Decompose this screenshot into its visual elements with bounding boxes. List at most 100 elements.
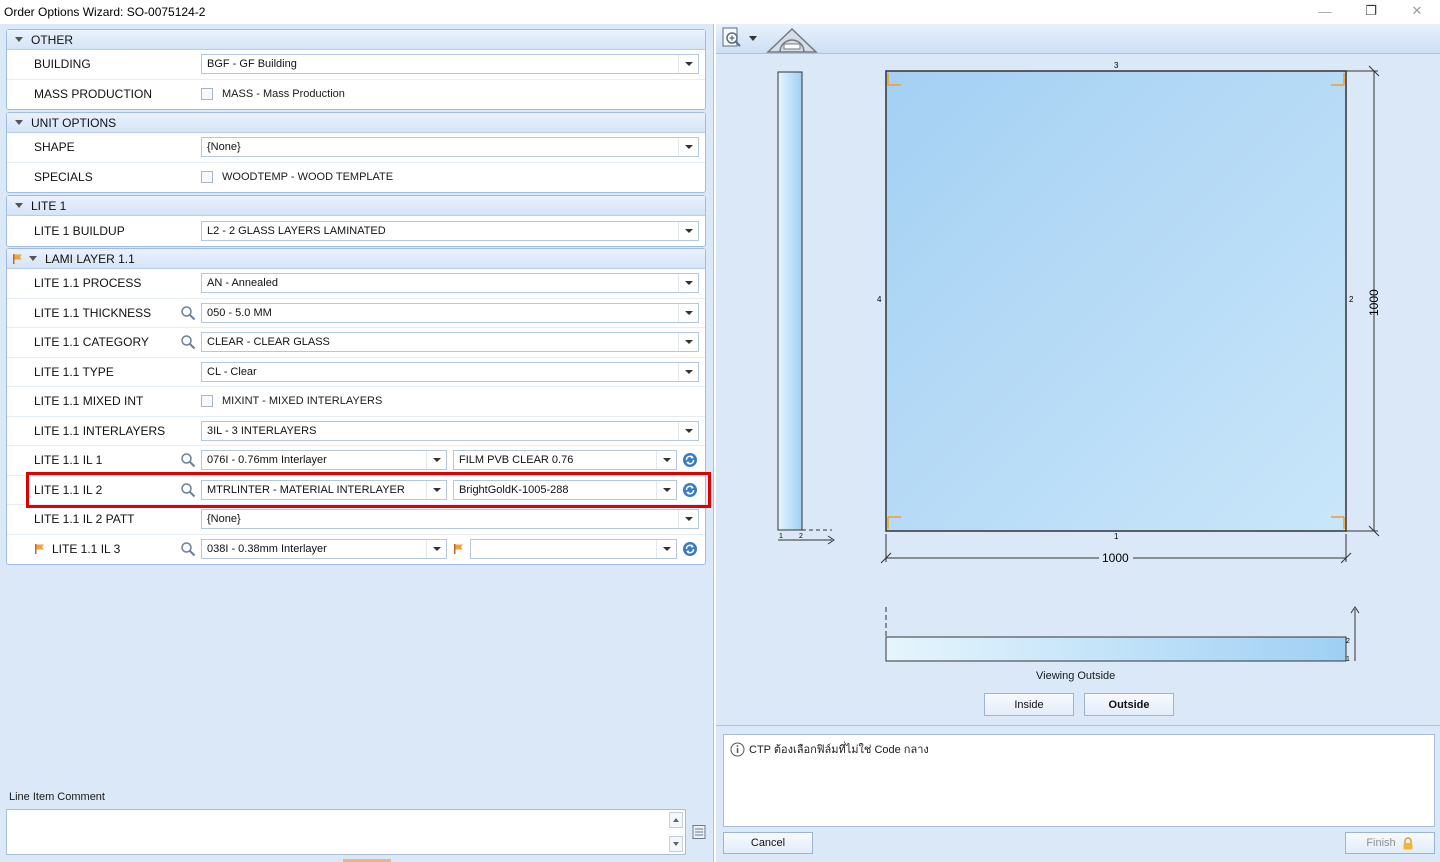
refresh-icon[interactable]: [682, 482, 698, 498]
checkbox-box[interactable]: [201, 395, 213, 408]
collapse-caret-icon[interactable]: [15, 120, 23, 125]
lite-1-buildup-select[interactable]: L2 - 2 GLASS LAYERS LAMINATED: [201, 220, 699, 241]
window-controls: — ❐ ✕: [1302, 0, 1440, 24]
search-icon[interactable]: [180, 452, 196, 468]
restore-button[interactable]: ❐: [1348, 0, 1394, 22]
option-row-il-2-patt: LITE 1.1 IL 2 PATT {None}: [7, 505, 705, 535]
select-value: FILM PVB CLEAR 0.76: [459, 454, 574, 467]
dropdown-arrow-icon[interactable]: [678, 510, 698, 529]
select-value: 038I - 0.38mm Interlayer: [207, 543, 327, 556]
group-other-header[interactable]: OTHER: [7, 30, 705, 50]
dropdown-arrow-icon[interactable]: [678, 303, 698, 322]
group-title: OTHER: [31, 32, 73, 47]
option-row-il-2: LITE 1.1 IL 2 MTRLINTER - MATERIAL INTER…: [7, 476, 705, 505]
dropdown-arrow-icon[interactable]: [678, 333, 698, 352]
message-box: CTP ต้องเลือกฟิล์มที่ไม่ใช่ Code กลาง: [723, 734, 1435, 827]
process-select[interactable]: AN - Annealed: [201, 273, 699, 294]
info-icon: [730, 742, 745, 756]
dropdown-arrow-icon[interactable]: [678, 138, 698, 157]
shape-select[interactable]: {None}: [201, 137, 699, 158]
divider: [716, 725, 1440, 726]
il-1-select[interactable]: 076I - 0.76mm Interlayer: [201, 450, 447, 471]
zoom-icon[interactable]: [722, 27, 744, 49]
search-icon[interactable]: [180, 334, 196, 350]
dropdown-arrow-icon[interactable]: [678, 362, 698, 381]
option-label: LITE 1 BUILDUP: [34, 223, 125, 238]
scroll-up-button[interactable]: [669, 812, 683, 828]
il-2-material-select[interactable]: BrightGoldK-1005-288: [453, 479, 677, 500]
group-other: OTHER BUILDING BGF - GF Building MASS PR…: [6, 29, 706, 110]
flag-icon: [35, 544, 44, 555]
checkbox-box[interactable]: [201, 171, 213, 184]
option-label: LITE 1.1 THICKNESS: [34, 305, 152, 320]
category-select[interactable]: CLEAR - CLEAR GLASS: [201, 332, 699, 353]
search-icon[interactable]: [180, 305, 196, 321]
finish-label: Finish: [1366, 837, 1396, 849]
dropdown-arrow-icon[interactable]: [656, 540, 676, 559]
minimize-button[interactable]: —: [1302, 0, 1348, 22]
il-3-select[interactable]: 038I - 0.38mm Interlayer: [201, 539, 447, 560]
spellcheck-icon[interactable]: [691, 824, 707, 840]
checkbox-label: WOODTEMP - WOOD TEMPLATE: [222, 171, 394, 184]
il-3-material-select[interactable]: [470, 539, 677, 560]
il-2-select[interactable]: MTRLINTER - MATERIAL INTERLAYER: [201, 479, 447, 500]
mixed-int-checkbox[interactable]: MIXINT - MIXED INTERLAYERS: [201, 395, 382, 408]
shape-view-icon[interactable]: [766, 26, 818, 53]
dropdown-arrow-icon[interactable]: [678, 221, 698, 240]
scroll-down-button[interactable]: [669, 836, 683, 852]
dropdown-arrow-icon[interactable]: [656, 451, 676, 470]
dropdown-arrow-icon[interactable]: [678, 55, 698, 74]
il-2-patt-select[interactable]: {None}: [201, 509, 699, 530]
option-row-category: LITE 1.1 CATEGORY CLEAR - CLEAR GLASS: [7, 328, 705, 358]
option-row-process: LITE 1.1 PROCESS AN - Annealed: [7, 269, 705, 299]
checkbox-box[interactable]: [201, 88, 213, 101]
dropdown-arrow-icon[interactable]: [426, 480, 446, 499]
options-pane: OTHER BUILDING BGF - GF Building MASS PR…: [0, 24, 714, 862]
close-button[interactable]: ✕: [1394, 0, 1440, 22]
building-select[interactable]: BGF - GF Building: [201, 54, 699, 75]
group-title: LAMI LAYER 1.1: [45, 251, 135, 266]
cancel-button[interactable]: Cancel: [723, 832, 813, 854]
group-lite-1: LITE 1 LITE 1 BUILDUP L2 - 2 GLASS LAYER…: [6, 195, 706, 247]
refresh-icon[interactable]: [682, 452, 698, 468]
select-value: MTRLINTER - MATERIAL INTERLAYER: [207, 483, 405, 496]
search-icon[interactable]: [180, 482, 196, 498]
mass-production-checkbox[interactable]: MASS - Mass Production: [201, 88, 345, 101]
option-label: LITE 1.1 MIXED INT: [34, 394, 144, 409]
select-value: BGF - GF Building: [207, 58, 297, 71]
option-row-mixed-int: LITE 1.1 MIXED INT MIXINT - MIXED INTERL…: [7, 387, 705, 417]
search-icon[interactable]: [180, 541, 196, 557]
group-title: UNIT OPTIONS: [31, 115, 117, 130]
collapse-caret-icon[interactable]: [29, 256, 37, 261]
option-label: LITE 1.1 IL 1: [34, 453, 103, 468]
finish-button[interactable]: Finish: [1345, 832, 1435, 854]
comment-input[interactable]: [6, 809, 686, 855]
group-lite-1-header[interactable]: LITE 1: [7, 196, 705, 216]
group-lami-layer-header[interactable]: LAMI LAYER 1.1: [7, 249, 705, 269]
collapse-caret-icon[interactable]: [15, 37, 23, 42]
edge-bottom-label: 1: [1114, 532, 1119, 541]
zoom-dropdown-icon[interactable]: [749, 36, 757, 42]
option-label: LITE 1.1 CATEGORY: [34, 335, 149, 350]
option-row-building: BUILDING BGF - GF Building: [7, 50, 705, 80]
dropdown-arrow-icon[interactable]: [678, 274, 698, 293]
thickness-select[interactable]: 050 - 5.0 MM: [201, 302, 699, 323]
inside-button[interactable]: Inside: [984, 693, 1074, 716]
profile-top-side-label: 2: [1346, 638, 1350, 645]
dropdown-arrow-icon[interactable]: [426, 540, 446, 559]
interlayers-select[interactable]: 3IL - 3 INTERLAYERS: [201, 420, 699, 441]
specials-checkbox[interactable]: WOODTEMP - WOOD TEMPLATE: [201, 171, 394, 184]
dropdown-arrow-icon[interactable]: [426, 451, 446, 470]
dropdown-arrow-icon[interactable]: [678, 421, 698, 440]
option-row-type: LITE 1.1 TYPE CL - Clear: [7, 358, 705, 387]
group-unit-options: UNIT OPTIONS SHAPE {None} SPECIALS WOODT…: [6, 112, 706, 193]
dropdown-arrow-icon[interactable]: [656, 480, 676, 499]
type-select[interactable]: CL - Clear: [201, 361, 699, 382]
collapse-caret-icon[interactable]: [15, 203, 23, 208]
edge-right-label: 2: [1349, 295, 1354, 304]
outside-button[interactable]: Outside: [1084, 693, 1174, 716]
refresh-icon[interactable]: [682, 541, 698, 557]
il-1-material-select[interactable]: FILM PVB CLEAR 0.76: [453, 450, 677, 471]
option-label: LITE 1.1 INTERLAYERS: [34, 423, 166, 438]
group-unit-options-header[interactable]: UNIT OPTIONS: [7, 113, 705, 133]
